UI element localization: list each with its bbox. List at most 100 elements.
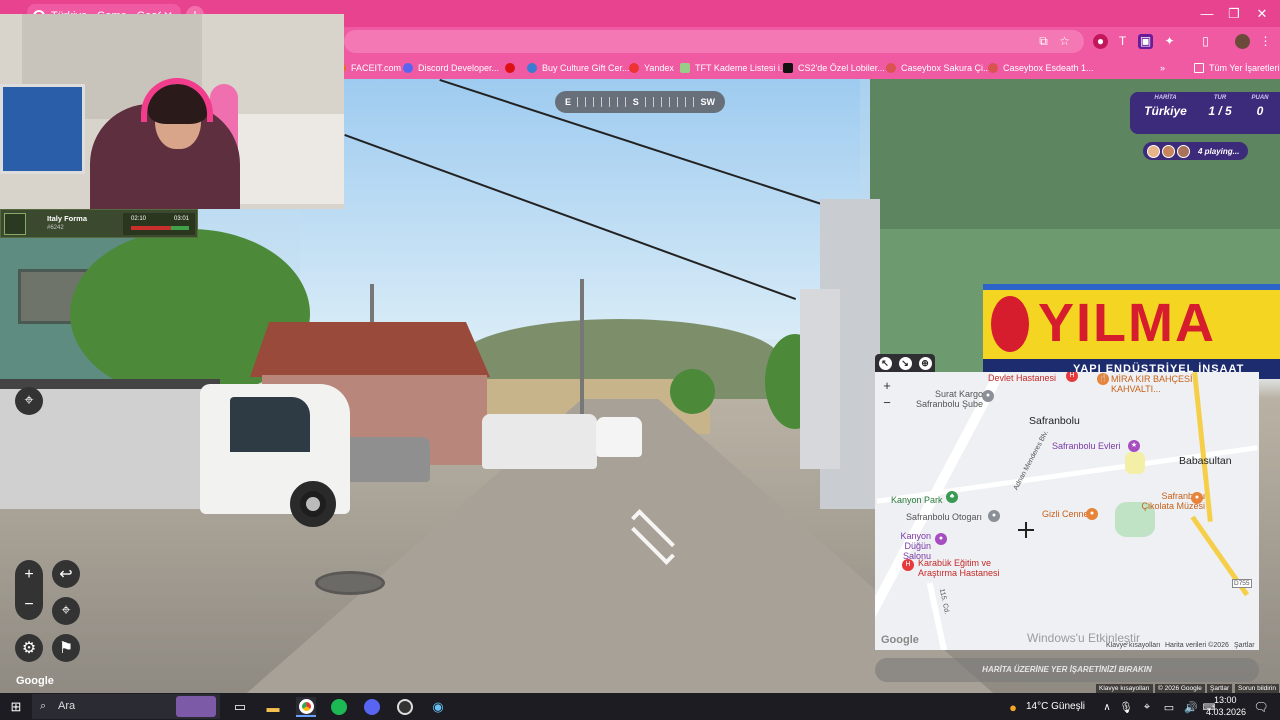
- map-label-otogar: Safranbolu Otogarı: [906, 512, 983, 522]
- bus-station-pin[interactable]: ●: [988, 510, 1000, 522]
- compass-ticks: [577, 97, 627, 107]
- park-pin[interactable]: ♣: [946, 491, 958, 503]
- yandex-icon: [629, 63, 639, 73]
- sight-pin[interactable]: ★: [1128, 440, 1140, 452]
- map-label-mirakir: MİRA KIR BAHÇESİ KAHVALTI...: [1111, 374, 1193, 394]
- bookmark-item[interactable]: Buy Culture Gift Cer...: [527, 60, 630, 76]
- faceit-name: Italy Forma: [47, 214, 88, 223]
- hospital-pin[interactable]: H: [1066, 372, 1078, 382]
- gift-icon: [527, 63, 537, 73]
- score-panel: HARİTA Türkiye TUR 1 / 5 PUAN 0: [1130, 92, 1280, 134]
- menu-kebab-icon[interactable]: ⋮: [1258, 34, 1273, 49]
- checkpoint-icon[interactable]: ⌖: [52, 597, 80, 625]
- manhole: [315, 571, 385, 595]
- weather-text[interactable]: 14°C Güneşli: [1026, 701, 1085, 712]
- extension-tp-icon[interactable]: T: [1115, 34, 1130, 49]
- tray-overflow-icon[interactable]: ∧: [1097, 697, 1117, 717]
- map-shrink-icon[interactable]: ↘: [898, 356, 912, 370]
- extension-red-icon[interactable]: ●: [1093, 34, 1108, 49]
- map-zoom-out-button[interactable]: −: [880, 396, 894, 410]
- caseybox-icon: [886, 63, 896, 73]
- microphone-icon[interactable]: 🎙: [1116, 697, 1136, 717]
- map-zoom-in-button[interactable]: +: [880, 379, 894, 393]
- map-label-babasultan: Babasultan: [1179, 455, 1232, 467]
- bookmark-item[interactable]: TFT Kademe Listesi i...: [680, 60, 787, 76]
- map-label: HARİTA: [1154, 95, 1177, 101]
- bookmark-item[interactable]: [505, 60, 520, 76]
- extension-purple-icon[interactable]: ▣: [1138, 34, 1153, 49]
- player-avatar: [1162, 144, 1175, 158]
- bookmark-label: Caseybox Esdeath 1...: [1003, 63, 1094, 73]
- bookmark-star-icon[interactable]: ☆: [1057, 34, 1072, 49]
- shop-pin[interactable]: ●: [982, 390, 994, 402]
- file-explorer-icon[interactable]: ▬: [263, 697, 283, 717]
- map-enlarge-icon[interactable]: ↖: [878, 356, 892, 370]
- return-to-start-flag-icon[interactable]: ⚑: [52, 634, 80, 662]
- settings-gear-icon[interactable]: ⚙: [15, 634, 43, 662]
- spotify-icon[interactable]: [329, 697, 349, 717]
- restaurant-pin[interactable]: 🍴: [1097, 373, 1109, 385]
- location-icon[interactable]: ⌖: [1137, 697, 1157, 717]
- windows-taskbar: ⊞ ⌕ Ara ▭ ▬ ◉ ● 14°C Güneşli ∧ 🎙 ⌖ ▭ 🔊 ⌨…: [0, 693, 1280, 720]
- map-label-kanyon-park: Kanyon Park: [891, 495, 943, 505]
- bookmark-item[interactable]: Yandex: [629, 60, 674, 76]
- bookmark-item[interactable]: Discord Developer...: [403, 60, 499, 76]
- zoom-in-button[interactable]: +: [15, 560, 43, 590]
- faceit-score-left: 02:10: [131, 216, 147, 222]
- parked-van: [596, 417, 642, 457]
- steam-icon[interactable]: ◉: [428, 697, 448, 717]
- folder-icon: [1194, 63, 1204, 73]
- restaurant-pin[interactable]: ●: [1086, 508, 1098, 520]
- task-view-icon[interactable]: ▭: [230, 697, 250, 717]
- venue-pin[interactable]: ●: [935, 533, 947, 545]
- close-window-button[interactable]: ✕: [1242, 0, 1280, 27]
- windows-start-icon[interactable]: ⊞: [6, 697, 26, 717]
- chrome-icon[interactable]: [296, 697, 316, 717]
- taskbar-time[interactable]: 13:00: [1214, 695, 1237, 705]
- faceit-avatar: [4, 213, 26, 235]
- discord-icon[interactable]: [362, 697, 382, 717]
- notification-icon[interactable]: 🗨: [1251, 697, 1271, 717]
- map-label-adnan: Adnan Menderes Blv.: [1012, 429, 1050, 492]
- compass-center: S: [632, 97, 639, 107]
- bookmark-item[interactable]: Caseybox Sakura Çi...: [886, 60, 991, 76]
- undo-move-icon[interactable]: ↩: [52, 560, 80, 588]
- zoom-out-button[interactable]: −: [15, 590, 43, 620]
- webcam-pc-case: [0, 84, 85, 174]
- address-bar[interactable]: [344, 30, 1084, 53]
- map-pin-toggle-icon[interactable]: ⊕: [918, 356, 932, 370]
- obs-icon[interactable]: [395, 697, 415, 717]
- players-text: 4 playing...: [1198, 146, 1240, 156]
- taskbar-date[interactable]: 4.03.2026: [1206, 707, 1246, 717]
- map-terms-link[interactable]: Şartlar: [1234, 642, 1255, 649]
- bookmark-label: Caseybox Sakura Çi...: [901, 63, 991, 73]
- bookmarks-overflow-icon[interactable]: »: [1160, 60, 1165, 76]
- players-indicator[interactable]: 4 playing...: [1143, 142, 1248, 160]
- sign-logo: [991, 296, 1029, 352]
- bookmark-item[interactable]: Caseybox Esdeath 1...: [988, 60, 1094, 76]
- compass: E S SW: [555, 91, 725, 113]
- place-guess-button[interactable]: HARİTA ÜZERİNE YER İŞARETİNİZİ BIRAKIN: [875, 658, 1259, 682]
- profile-avatar[interactable]: [1235, 34, 1250, 49]
- bookmark-item[interactable]: FACEIT.com: [336, 60, 401, 76]
- extensions-puzzle-icon[interactable]: ✦: [1162, 34, 1177, 49]
- bookmark-item[interactable]: CS2'de Özel Lobiler...: [783, 60, 885, 76]
- guess-map[interactable]: + − H Devlet Hastanesi 🍴 MİRA KIR BAHÇES…: [875, 372, 1259, 650]
- map-label-safranbolu: Safranbolu: [1029, 415, 1080, 427]
- weather-sun-icon[interactable]: ●: [1003, 697, 1023, 717]
- map-pin-button[interactable]: ⌖: [15, 387, 43, 415]
- webcam-overlay: [0, 14, 344, 209]
- faceit-score: 02:10 03:01: [123, 213, 195, 235]
- map-area: [1125, 452, 1145, 474]
- taskbar-search[interactable]: ⌕ Ara: [32, 694, 220, 719]
- network-icon[interactable]: ▭: [1159, 697, 1179, 717]
- install-app-icon[interactable]: ⧉: [1036, 34, 1051, 49]
- grey-building: [800, 289, 840, 469]
- bookmark-label: TFT Kademe Listesi i...: [695, 63, 788, 73]
- map-label-dugun: Kanyon Düğün Salonu: [900, 531, 931, 561]
- sidepanel-icon[interactable]: ▯: [1198, 34, 1213, 49]
- cafe-pin[interactable]: ●: [1191, 492, 1203, 504]
- all-bookmarks-folder[interactable]: Tüm Yer İşaretleri: [1194, 60, 1280, 76]
- hospital-pin[interactable]: H: [902, 559, 914, 571]
- volume-icon[interactable]: 🔊: [1181, 697, 1201, 717]
